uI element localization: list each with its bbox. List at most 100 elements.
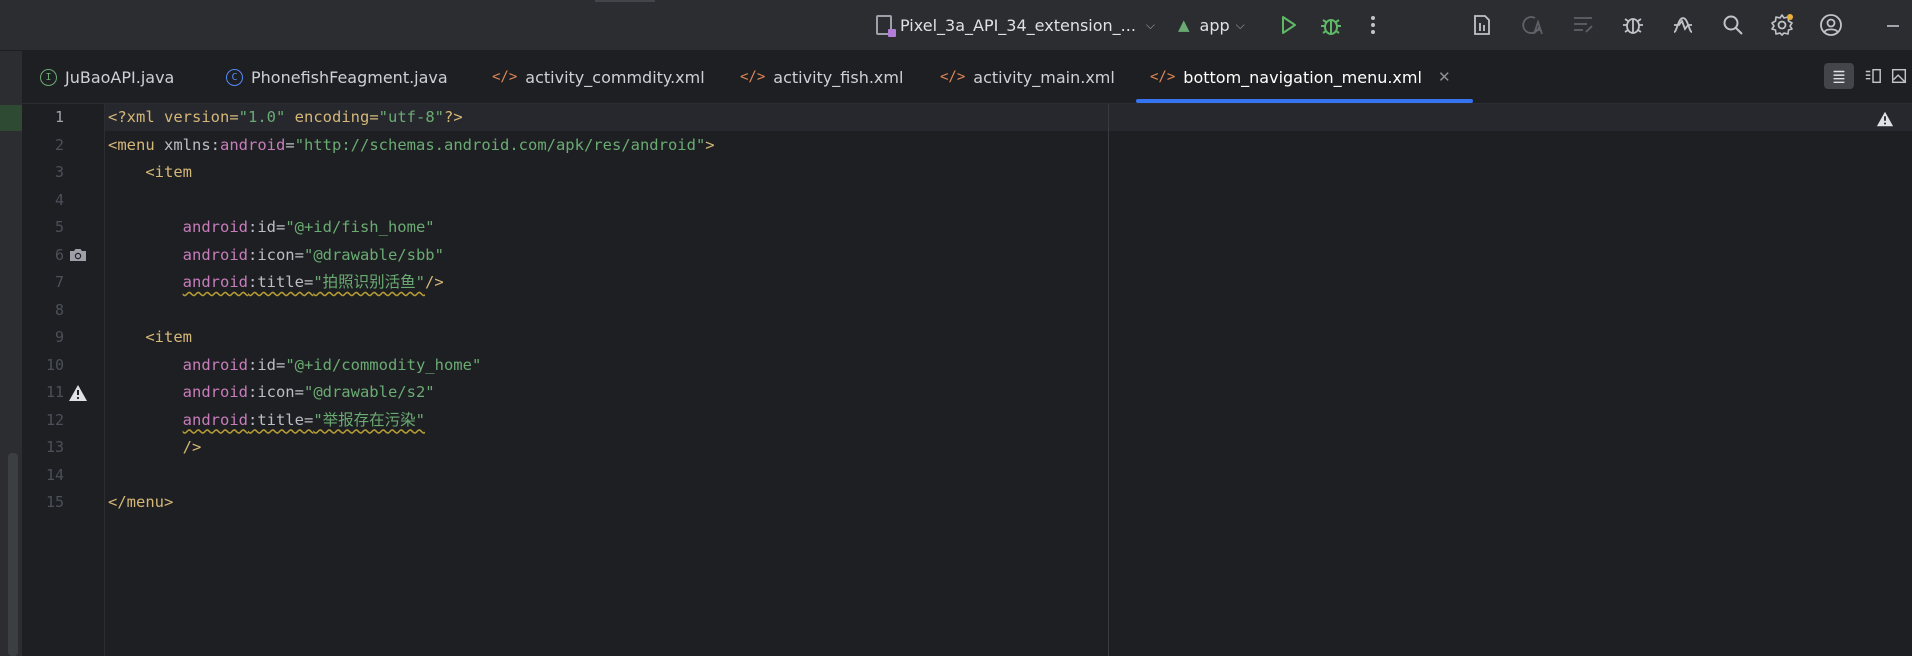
device-icon xyxy=(876,15,896,37)
line-number: 10 xyxy=(45,355,64,374)
profiler-icon xyxy=(1673,17,1693,33)
close-icon[interactable]: ✕ xyxy=(1438,68,1451,86)
code-line: <?xml version="1.0" encoding="utf-8"?> xyxy=(108,104,463,131)
line-number: 5 xyxy=(54,218,64,236)
code-editor[interactable]: 1 2 3 4 5 6 7 8 9 10 11 12 13 14 15 <?xm… xyxy=(22,104,1912,656)
right-margin-guide xyxy=(1108,104,1109,656)
chevron-down-icon: ⌵ xyxy=(1235,17,1245,32)
xml-prolog: encoding= xyxy=(285,108,379,126)
string-literal: "utf-8" xyxy=(378,108,444,126)
apply-code-icon xyxy=(1574,17,1593,33)
tab-label: activity_fish.xml xyxy=(773,67,904,87)
warning-indicator-icon[interactable] xyxy=(1876,110,1894,128)
class-icon: C xyxy=(226,68,243,86)
xml-prolog: ?> xyxy=(443,108,463,126)
code-view-button[interactable] xyxy=(1824,63,1854,89)
split-view-icon xyxy=(1865,68,1881,84)
device-selector-label: Pixel_3a_API_34_extension_... xyxy=(900,15,1136,35)
camera-icon[interactable] xyxy=(68,245,88,265)
tab-activity-commdity[interactable]: </> activity_commdity.xml xyxy=(492,51,705,103)
bug-icon xyxy=(1321,19,1341,35)
code-line: </menu> xyxy=(108,489,173,516)
profiler-button[interactable] xyxy=(1670,12,1696,38)
editor-tabs: I JuBaoAPI.java C PhonefishFeagment.java… xyxy=(22,51,1912,104)
line-number: 6 xyxy=(54,245,64,264)
line-number: 14 xyxy=(45,465,64,484)
xml-icon: </> xyxy=(492,69,518,85)
attribute-name: :title= xyxy=(247,273,314,291)
line-number: 8 xyxy=(54,300,64,319)
line-number-gutter[interactable]: 1 2 3 4 5 6 7 8 9 10 11 12 13 14 15 xyxy=(22,104,105,656)
namespace-prefix: android xyxy=(182,410,248,429)
punctuation: : xyxy=(210,135,221,154)
string-literal: "举报存在污染" xyxy=(313,410,425,429)
string-literal: "@+id/fish_home" xyxy=(285,218,435,236)
sync-gradle-button[interactable] xyxy=(1470,12,1496,38)
split-view-button[interactable] xyxy=(1858,63,1888,89)
tab-label: JuBaoAPI.java xyxy=(65,67,175,87)
tab-activity-main[interactable]: </> activity_main.xml xyxy=(940,51,1115,103)
namespace-prefix: android xyxy=(182,218,248,236)
tab-phonefishfeagment[interactable]: C PhonefishFeagment.java xyxy=(226,51,448,103)
line-number: 15 xyxy=(45,493,64,511)
tag-bracket: /> xyxy=(424,273,444,291)
tab-label: activity_commdity.xml xyxy=(525,67,705,87)
code-line: /> xyxy=(108,434,202,461)
tab-label: PhonefishFeagment.java xyxy=(251,67,448,87)
code-line: android:icon="@drawable/s2" xyxy=(108,379,435,406)
namespace-prefix: android xyxy=(182,273,248,291)
code-line: <menu xmlns:android="http://schemas.andr… xyxy=(108,132,715,159)
code-line: android:title="拍照识别活鱼"/> xyxy=(108,269,444,296)
line-number: 12 xyxy=(45,410,64,429)
user-icon xyxy=(1820,14,1842,36)
line-number: 3 xyxy=(54,163,64,181)
attribute-name: :icon= xyxy=(247,383,304,401)
device-selector[interactable]: Pixel_3a_API_34_extension_... ⌵ xyxy=(876,0,1155,50)
line-number: 9 xyxy=(54,328,64,346)
account-button[interactable] xyxy=(1818,12,1844,38)
design-view-button[interactable] xyxy=(1888,63,1910,89)
run-config-selector[interactable]: ▲ app ⌵ xyxy=(1178,0,1245,50)
debug-button[interactable] xyxy=(1318,12,1344,38)
tag-bracket: > xyxy=(705,135,715,154)
minimize-button[interactable] xyxy=(1880,12,1906,38)
design-view-icon xyxy=(1891,68,1907,84)
namespace-prefix: android xyxy=(182,383,248,401)
namespace-prefix: android xyxy=(220,135,286,154)
xml-icon: </> xyxy=(740,69,766,85)
run-button[interactable] xyxy=(1275,12,1301,38)
code-line: <item xyxy=(108,159,192,186)
tag-name: <menu xyxy=(108,135,164,154)
line-number: 11 xyxy=(45,383,64,401)
run-icon xyxy=(1282,16,1296,34)
more-vertical-icon xyxy=(1371,16,1375,34)
apply-changes-button[interactable] xyxy=(1520,12,1546,38)
code-line: <item xyxy=(108,324,192,351)
warning-icon[interactable] xyxy=(68,383,88,403)
tab-activity-fish[interactable]: </> activity_fish.xml xyxy=(740,51,903,103)
left-scrollbar[interactable] xyxy=(8,453,18,656)
search-button[interactable] xyxy=(1720,12,1746,38)
line-number: 4 xyxy=(54,190,64,209)
tag-name: <item xyxy=(145,163,192,181)
apply-changes-icon xyxy=(1522,16,1543,35)
minimize-icon xyxy=(1887,25,1899,27)
string-literal: "@drawable/sbb" xyxy=(303,245,444,264)
xml-prolog: <?xml version= xyxy=(108,108,239,126)
attach-debugger-button[interactable] xyxy=(1620,12,1646,38)
apply-code-changes-button[interactable] xyxy=(1570,12,1596,38)
namespace-prefix: android xyxy=(182,355,248,374)
attach-debugger-icon xyxy=(1623,18,1643,34)
tab-jubaoapi[interactable]: I JuBaoAPI.java xyxy=(40,51,174,103)
tag-name: <item xyxy=(145,328,192,346)
settings-button[interactable] xyxy=(1769,12,1795,38)
line-number: 7 xyxy=(54,273,64,291)
xml-icon: </> xyxy=(1150,69,1176,85)
attribute-name: :id= xyxy=(247,218,286,236)
android-icon: ▲ xyxy=(1178,16,1190,34)
more-actions-button[interactable] xyxy=(1360,12,1386,38)
line-number: 2 xyxy=(54,135,64,154)
left-tool-strip xyxy=(0,51,22,656)
gear-icon xyxy=(1771,14,1793,36)
tab-bottom-navigation-menu[interactable]: </> bottom_navigation_menu.xml ✕ xyxy=(1136,51,1472,103)
